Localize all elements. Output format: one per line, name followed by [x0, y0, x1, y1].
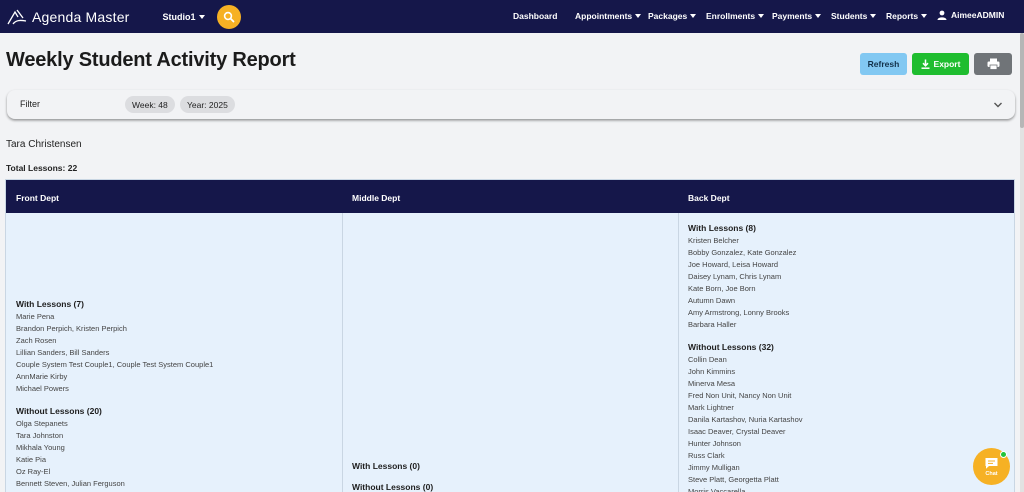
middle-with-lessons-title: With Lessons (0)	[352, 461, 420, 471]
back-without-lessons-title: Without Lessons (32)	[688, 342, 774, 352]
student-name: Isaac Deaver, Crystal Deaver	[688, 427, 786, 436]
top-navbar: Agenda Master Studio1 Dashboard Appointme…	[0, 0, 1024, 33]
page-title: Weekly Student Activity Report	[6, 49, 296, 71]
print-button[interactable]	[974, 53, 1012, 75]
student-name: Marie Pena	[16, 312, 55, 321]
user-menu[interactable]: AimeeADMIN	[937, 10, 1004, 20]
nav-label: Enrollments	[706, 11, 756, 21]
nav-appointments[interactable]: Appointments	[575, 11, 642, 21]
student-name: Jimmy Mulligan	[688, 463, 740, 472]
print-icon	[987, 58, 999, 70]
student-name: Bobby Gonzalez, Kate Gonzalez	[688, 248, 797, 257]
student-name: Couple System Test Couple1, Couple Test …	[16, 360, 214, 369]
student-name: Katie Pia	[16, 455, 47, 464]
student-name: Morris Vaccarella	[688, 487, 746, 492]
chat-button[interactable]: Chat	[973, 448, 1010, 485]
back-with-lessons-list: Kristen Belcher Bobby Gonzalez, Kate Gonz…	[688, 235, 1008, 331]
student-name: Minerva Mesa	[688, 379, 736, 388]
chevron-down-icon	[758, 14, 765, 18]
chevron-down-icon	[921, 14, 928, 18]
nav-dashboard[interactable]: Dashboard	[513, 11, 557, 21]
student-name: Amy Armstrong, Lonny Brooks	[688, 308, 790, 317]
student-name: Russ Clark	[688, 451, 725, 460]
chevron-down-icon[interactable]	[992, 100, 1004, 110]
student-name: Steve Platt, Georgetta Platt	[688, 475, 779, 484]
column-divider	[678, 213, 679, 492]
export-label: Export	[933, 59, 961, 69]
student-name: Kristen Belcher	[688, 236, 739, 245]
header-middle-dept: Middle Dept	[352, 193, 401, 203]
front-with-lessons-title: With Lessons (7)	[16, 299, 84, 309]
student-name: Michael Powers	[16, 384, 69, 393]
student-name: Autumn Dawn	[688, 296, 736, 305]
student-name: Daisey Lynam, Chris Lynam	[688, 272, 782, 281]
back-without-lessons-list: Collin Dean John Kimmins Minerva Mesa Fred …	[688, 354, 1008, 492]
student-name: Collin Dean	[688, 355, 727, 364]
user-name: AimeeADMIN	[951, 10, 1005, 20]
nav-packages[interactable]: Packages	[648, 11, 697, 21]
nav-label: Payments	[772, 11, 813, 21]
student-name: Mikhala Young	[16, 443, 65, 452]
chevron-down-icon	[815, 14, 822, 18]
export-button[interactable]: Export	[912, 53, 969, 75]
student-name: AnnMarie Kirby	[16, 372, 68, 381]
nav-label: Dashboard	[513, 11, 558, 21]
front-dept-column: With Lessons (7) Marie Pena Brandon Perpi…	[16, 298, 336, 492]
student-name: Danila Kartashov, Nuria Kartashov	[688, 415, 803, 424]
student-name: Zach Rosen	[16, 336, 57, 345]
chevron-down-icon	[690, 14, 697, 18]
scrollbar-thumb[interactable]	[1020, 33, 1024, 128]
download-icon	[921, 59, 930, 69]
online-status-dot	[1000, 451, 1007, 458]
nav-label: Reports	[886, 11, 919, 21]
student-name: Hunter Johnson	[688, 439, 741, 448]
chat-label: Chat	[985, 470, 998, 477]
student-name: Barbara Haller	[688, 320, 737, 329]
student-name: Lillian Sanders, Bill Sanders	[16, 348, 110, 357]
instructor-name: Tara Christensen	[6, 139, 82, 150]
header-back-dept: Back Dept	[688, 193, 730, 203]
nav-links: Dashboard Appointments Packages Enrollments…	[0, 0, 1024, 33]
filter-label: Filter	[20, 99, 40, 109]
nav-label: Students	[831, 11, 868, 21]
student-name: Mark Lightner	[688, 403, 734, 412]
nav-payments[interactable]: Payments	[772, 11, 822, 21]
chat-icon	[985, 457, 998, 469]
nav-label: Appointments	[575, 11, 633, 21]
front-with-lessons-list: Marie Pena Brandon Perpich, Kristen Perpi…	[16, 311, 336, 395]
chevron-down-icon	[635, 14, 642, 18]
student-name: Joe Howard, Leisa Howard	[688, 260, 779, 269]
nav-reports[interactable]: Reports	[886, 11, 928, 21]
year-chip[interactable]: Year: 2025	[180, 96, 235, 113]
student-name: Fred Non Unit, Nancy Non Unit	[688, 391, 792, 400]
column-divider	[342, 213, 343, 492]
student-name: Olga Stepanets	[16, 419, 68, 428]
chevron-down-icon	[870, 14, 877, 18]
nav-label: Packages	[648, 11, 688, 21]
refresh-button[interactable]: Refresh	[860, 53, 907, 75]
student-name: Bennett Steven, Julian Ferguson	[16, 479, 125, 488]
student-name: Oz Ray-El	[16, 467, 51, 476]
student-name: Tara Johnston	[16, 431, 64, 440]
user-icon	[937, 10, 947, 20]
nav-students[interactable]: Students	[831, 11, 877, 21]
activity-table: Front Dept Middle Dept Back Dept With Le…	[5, 179, 1015, 492]
back-dept-column: With Lessons (8) Kristen Belcher Bobby Go…	[688, 222, 1008, 492]
filter-bar[interactable]: Filter Week: 48 Year: 2025	[7, 90, 1015, 119]
week-chip[interactable]: Week: 48	[125, 96, 175, 113]
front-without-lessons-title: Without Lessons (20)	[16, 406, 102, 416]
back-with-lessons-title: With Lessons (8)	[688, 223, 756, 233]
student-name: Kate Born, Joe Born	[688, 284, 756, 293]
middle-dept-column: With Lessons (0) Without Lessons (0)	[352, 460, 672, 492]
front-without-lessons-list: Olga Stepanets Tara Johnston Mikhala Young…	[16, 418, 336, 492]
header-front-dept: Front Dept	[16, 193, 59, 203]
student-name: Brandon Perpich, Kristen Perpich	[16, 324, 127, 333]
total-lessons: Total Lessons: 22	[6, 163, 78, 173]
student-name: John Kimmins	[688, 367, 736, 376]
nav-enrollments[interactable]: Enrollments	[706, 11, 765, 21]
table-header: Front Dept Middle Dept Back Dept	[6, 180, 1014, 213]
middle-without-lessons-title: Without Lessons (0)	[352, 482, 434, 492]
